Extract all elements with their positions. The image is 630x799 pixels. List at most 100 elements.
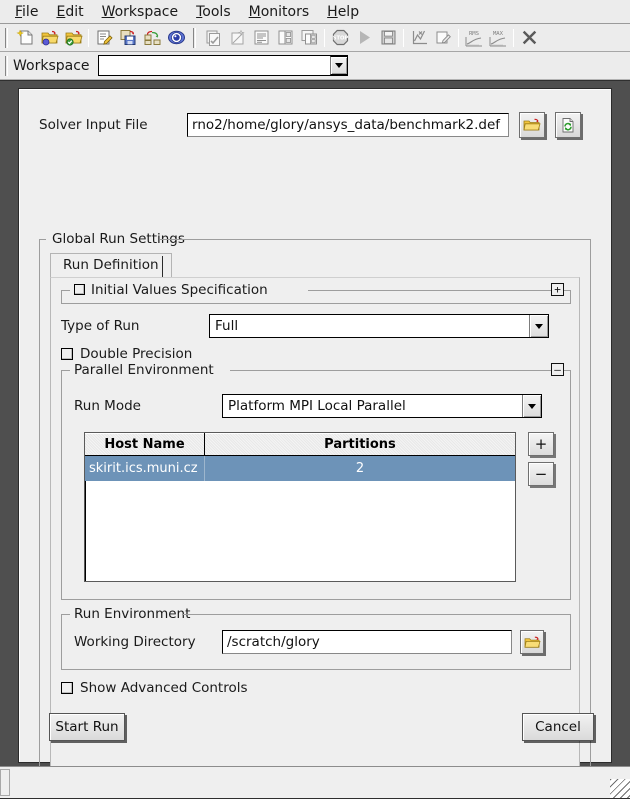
export-case-icon[interactable]: [140, 26, 164, 50]
status-bar: [0, 766, 630, 799]
toolbar-separator-3: [403, 28, 404, 47]
toolbar: STOP RMS MAX: [0, 24, 630, 52]
menu-item-monitors[interactable]: Monitors: [240, 2, 319, 22]
tab-run-definition[interactable]: Run Definition: [50, 253, 172, 279]
close-icon[interactable]: [517, 26, 541, 50]
global-run-settings-group: Global Run Settings Run Definition Initi…: [39, 231, 591, 787]
parallel-environment-legend: Parallel Environment: [70, 362, 218, 378]
double-precision-row[interactable]: Double Precision: [61, 346, 192, 362]
table-header-row: Host Name Partitions: [85, 433, 515, 456]
toolbar-separator: [88, 28, 89, 47]
solver-input-reload-button[interactable]: [555, 112, 581, 138]
type-of-run-combo[interactable]: Full: [209, 314, 549, 338]
menu-bar: File Edit Workspace Tools Monitors Help: [0, 0, 630, 24]
working-directory-browse-button[interactable]: [520, 630, 544, 654]
edit-case-icon[interactable]: [92, 26, 116, 50]
cell-partitions[interactable]: 2: [205, 456, 515, 481]
run-mode-value: Platform MPI Local Parallel: [228, 398, 406, 414]
resize-grip[interactable]: [610, 779, 630, 799]
define-run-icon[interactable]: [201, 26, 225, 50]
edit-definition-icon[interactable]: [249, 26, 273, 50]
tab-strip: Run Definition: [50, 253, 580, 279]
menu-item-workspace[interactable]: Workspace: [93, 2, 188, 22]
solver-input-browse-button[interactable]: [519, 112, 545, 138]
add-host-button[interactable]: +: [528, 432, 554, 456]
pe-rule-left: [62, 370, 70, 371]
menu-item-tools[interactable]: Tools: [187, 2, 240, 22]
stop-run-icon[interactable]: STOP: [328, 26, 352, 50]
toolbar-separator-4: [458, 28, 459, 47]
run-mode-label: Run Mode: [74, 398, 141, 414]
toolbar-separator-2: [324, 28, 325, 47]
parallel-environment-expander[interactable]: –: [551, 363, 564, 376]
edit-monitor-icon[interactable]: [431, 26, 455, 50]
new-definition-icon[interactable]: [225, 26, 249, 50]
max-monitor-icon[interactable]: MAX: [486, 26, 510, 50]
run-definition-panel: Initial Values Specification + Type of R…: [50, 277, 580, 775]
group-rule-left: [40, 239, 46, 240]
view-case-icon[interactable]: [164, 26, 188, 50]
save-case-icon[interactable]: [116, 26, 140, 50]
monitor-plot-icon[interactable]: [407, 26, 431, 50]
initial-values-expander[interactable]: +: [551, 283, 564, 296]
ivs-rule-left: [62, 290, 70, 291]
start-run-icon[interactable]: [352, 26, 376, 50]
toolbar-grip-2[interactable]: [190, 27, 199, 49]
pe-rule-right: [230, 370, 570, 371]
menu-item-edit[interactable]: Edit: [47, 2, 92, 22]
solver-input-row: Solver Input File rno2/home/glory/ansys_…: [39, 111, 591, 139]
save-results-icon[interactable]: [376, 26, 400, 50]
compare-definition-icon[interactable]: [273, 26, 297, 50]
workspace-bar: Workspace: [0, 52, 630, 80]
open-case-icon[interactable]: [37, 26, 61, 50]
start-run-button[interactable]: Start Run: [49, 713, 125, 741]
run-environment-legend: Run Environment: [70, 606, 195, 622]
rms-monitor-icon[interactable]: RMS: [462, 26, 486, 50]
initial-values-checkbox[interactable]: [74, 284, 85, 295]
open-recent-case-icon[interactable]: [61, 26, 85, 50]
cancel-button[interactable]: Cancel: [522, 713, 594, 741]
svg-text:STOP: STOP: [332, 36, 348, 42]
type-of-run-value: Full: [215, 318, 239, 334]
refresh-document-icon: [562, 117, 574, 132]
remove-host-button[interactable]: −: [528, 462, 554, 486]
ivs-rule-right: [308, 290, 570, 291]
working-directory-field[interactable]: /scratch/glory: [222, 630, 512, 654]
re-rule-left: [62, 614, 70, 615]
show-advanced-controls-label: Show Advanced Controls: [80, 680, 248, 696]
initial-values-label: Initial Values Specification: [91, 282, 268, 298]
initial-values-group: Initial Values Specification +: [61, 282, 571, 304]
host-table[interactable]: Host Name Partitions skirit.ics.muni.cz …: [84, 432, 516, 582]
solver-input-field[interactable]: rno2/home/glory/ansys_data/benchmark2.de…: [187, 113, 509, 137]
menu-item-file[interactable]: File: [6, 2, 47, 22]
run-mode-combo[interactable]: Platform MPI Local Parallel: [222, 394, 542, 418]
column-header-partitions[interactable]: Partitions: [205, 433, 515, 455]
show-advanced-controls-checkbox[interactable]: [61, 682, 73, 694]
toolbar-separator-5: [513, 28, 514, 47]
workspace-bar-grip[interactable]: [2, 55, 11, 77]
tab-divider: [162, 256, 163, 278]
chevron-down-icon[interactable]: [522, 395, 541, 417]
svg-text:RMS: RMS: [469, 31, 479, 37]
table-row[interactable]: skirit.ics.muni.cz 2: [85, 456, 515, 481]
cell-host-name[interactable]: skirit.ics.muni.cz: [85, 456, 205, 481]
double-precision-label: Double Precision: [80, 346, 193, 362]
parallel-environment-group: Parallel Environment – Run Mode Platform…: [61, 362, 571, 600]
status-bar-cell: [0, 769, 10, 796]
run-environment-group: Run Environment Working Directory /scrat…: [61, 606, 571, 670]
working-directory-label: Working Directory: [74, 634, 196, 650]
workspace-combo[interactable]: [97, 55, 348, 76]
svg-text:MAX: MAX: [493, 31, 504, 37]
chevron-down-icon[interactable]: [329, 56, 348, 75]
initial-values-legend: Initial Values Specification: [70, 282, 272, 298]
working-directory-row: Working Directory /scratch/glory: [74, 630, 560, 654]
column-header-host-name[interactable]: Host Name: [85, 433, 205, 455]
double-precision-checkbox[interactable]: [61, 348, 73, 360]
toolbar-grip[interactable]: [2, 27, 11, 49]
chevron-down-icon[interactable]: [529, 315, 548, 337]
new-case-icon[interactable]: [13, 26, 37, 50]
multi-definition-icon[interactable]: [297, 26, 321, 50]
open-folder-icon: [524, 636, 540, 648]
menu-item-help[interactable]: Help: [318, 2, 368, 22]
show-advanced-controls-row[interactable]: Show Advanced Controls: [61, 680, 248, 696]
